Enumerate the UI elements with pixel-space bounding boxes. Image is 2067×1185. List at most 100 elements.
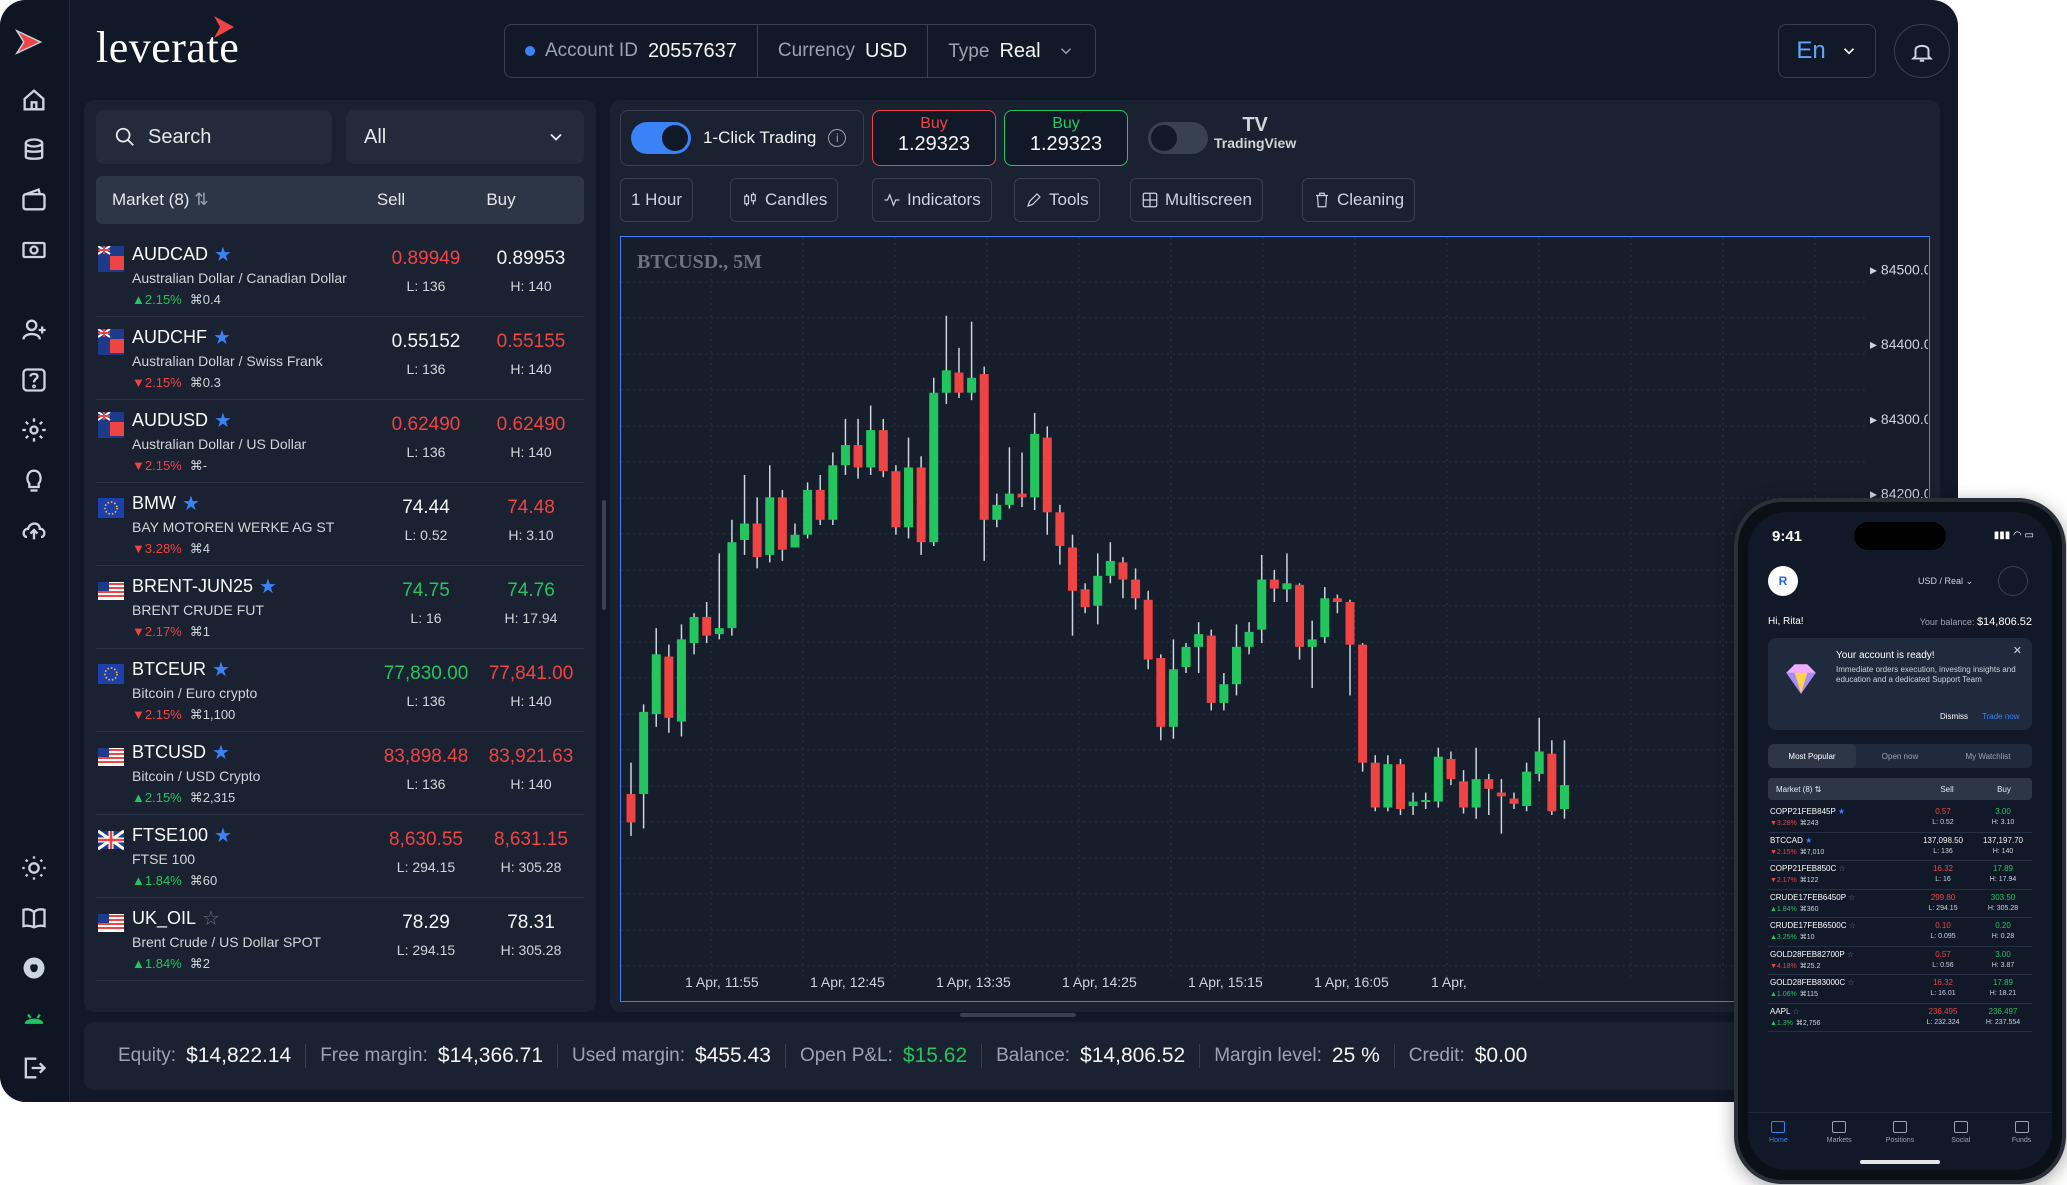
- candle[interactable]: [1219, 673, 1229, 711]
- settings-icon[interactable]: [14, 410, 54, 450]
- favorite-star-icon[interactable]: ★: [1805, 836, 1812, 845]
- favorite-star-icon[interactable]: ★: [259, 577, 277, 597]
- sell-quick-button[interactable]: Buy 1.29323: [872, 110, 996, 166]
- candle[interactable]: [1231, 624, 1241, 696]
- tab-my-watchlist[interactable]: My Watchlist: [1944, 744, 2032, 768]
- market-row[interactable]: AUDUSD ★ Australian Dollar / US Dollar ▼2.1…: [96, 400, 584, 483]
- candle[interactable]: [891, 465, 901, 535]
- mobile-sell-price[interactable]: 16.32: [1914, 864, 1972, 873]
- upload-icon[interactable]: [14, 510, 54, 550]
- candle[interactable]: [752, 497, 762, 569]
- wallet-icon[interactable]: [14, 180, 54, 220]
- candle[interactable]: [1168, 639, 1178, 739]
- buy-price[interactable]: 74.48: [478, 497, 584, 519]
- candle[interactable]: [866, 405, 876, 475]
- mobile-market-row[interactable]: CRUDE17FEB6450P ☆ ▲1.84% ⌘360 299.80 303.50 L…: [1768, 890, 2032, 918]
- sell-price[interactable]: 78.29: [376, 912, 476, 934]
- candle[interactable]: [1030, 412, 1040, 511]
- candle[interactable]: [828, 452, 838, 526]
- buy-price[interactable]: 8,631.15: [478, 829, 584, 851]
- database-icon[interactable]: [14, 130, 54, 170]
- favorite-star-icon[interactable]: ☆: [202, 909, 220, 929]
- close-icon[interactable]: ✕: [2013, 644, 2022, 657]
- trade-now-link[interactable]: Trade now: [1982, 712, 2020, 721]
- candle[interactable]: [689, 613, 699, 655]
- tools-button[interactable]: Tools: [1014, 178, 1100, 222]
- language-selector[interactable]: En: [1778, 24, 1876, 78]
- candle[interactable]: [992, 493, 1002, 528]
- candle[interactable]: [727, 519, 737, 636]
- candle[interactable]: [676, 624, 686, 737]
- candle[interactable]: [1206, 629, 1216, 711]
- candle[interactable]: [904, 437, 914, 539]
- mobile-sell-price[interactable]: 236.495: [1914, 1007, 1972, 1016]
- candle[interactable]: [1042, 426, 1052, 535]
- indicators-button[interactable]: Indicators: [872, 178, 992, 222]
- mobile-market-row[interactable]: COPP21FEB845P ★ ▼3.28% ⌘243 0.57 3.00 L: 0.52…: [1768, 804, 2032, 833]
- candle[interactable]: [941, 315, 951, 404]
- candle[interactable]: [1131, 568, 1141, 610]
- mobile-sell-price[interactable]: 0.57: [1914, 807, 1972, 816]
- favorite-star-icon[interactable]: ☆: [1792, 1007, 1799, 1016]
- dismiss-button[interactable]: Dismiss: [1940, 712, 1968, 721]
- candle[interactable]: [803, 482, 813, 539]
- panel-resize-handle[interactable]: [960, 1013, 1076, 1017]
- candle[interactable]: [777, 489, 787, 561]
- mobile-market-row[interactable]: GOLD28FEB82700P ☆ ▼4.18% ⌘25.2 0.57 3.00 L: 0…: [1768, 947, 2032, 975]
- candle[interactable]: [853, 418, 863, 479]
- sell-price[interactable]: 0.89949: [376, 248, 476, 270]
- multiscreen-button[interactable]: Multiscreen: [1130, 178, 1263, 222]
- sell-price[interactable]: 8,630.55: [376, 829, 476, 851]
- mobile-buy-price[interactable]: 236.497: [1974, 1007, 2032, 1016]
- favorite-star-icon[interactable]: ☆: [1847, 978, 1854, 987]
- mobile-buy-price[interactable]: 303.50: [1974, 893, 2032, 902]
- candle[interactable]: [1446, 751, 1456, 786]
- info-icon[interactable]: i: [828, 129, 847, 147]
- market-row[interactable]: BTCEUR ★ Bitcoin / Euro crypto ▼2.15% ⌘1,100…: [96, 649, 584, 732]
- mobile-sell-price[interactable]: 0.10: [1914, 921, 1972, 930]
- candle[interactable]: [1433, 747, 1443, 808]
- market-row[interactable]: AUDCHF ★ Australian Dollar / Swiss Frank ▼2…: [96, 317, 584, 400]
- mobile-account-selector[interactable]: USD / Real ⌄: [1918, 576, 1973, 587]
- avatar[interactable]: R: [1768, 566, 1798, 596]
- candle[interactable]: [1181, 643, 1191, 673]
- sell-price[interactable]: 74.44: [376, 497, 476, 519]
- candle[interactable]: [1471, 747, 1481, 819]
- candle[interactable]: [1421, 792, 1431, 810]
- favorite-star-icon[interactable]: ☆: [1849, 921, 1856, 930]
- mobile-market-row[interactable]: AAPL ☆ ▲1.3% ⌘2,756 236.495 236.497 L: 232.32…: [1768, 1004, 2032, 1032]
- candle[interactable]: [765, 465, 775, 563]
- candle[interactable]: [916, 456, 926, 555]
- toggle-switch[interactable]: [1148, 122, 1208, 154]
- candle[interactable]: [1345, 599, 1355, 696]
- favorite-star-icon[interactable]: ★: [213, 328, 231, 348]
- market-row[interactable]: BRENT-JUN25 ★ BRENT CRUDE FUT ▼2.17% ⌘1 74.75…: [96, 566, 584, 649]
- favorite-star-icon[interactable]: ★: [214, 245, 232, 265]
- mobile-buy-price[interactable]: 17.89: [1974, 978, 2032, 987]
- candle[interactable]: [1067, 534, 1077, 636]
- candle[interactable]: [1459, 770, 1469, 814]
- buy-price[interactable]: 0.89953: [478, 248, 584, 270]
- book-icon[interactable]: [14, 898, 54, 938]
- candle[interactable]: [1307, 620, 1317, 688]
- buy-price[interactable]: 0.55155: [478, 331, 584, 353]
- favorite-star-icon[interactable]: ★: [214, 411, 232, 431]
- candle[interactable]: [1004, 447, 1014, 509]
- candle[interactable]: [740, 474, 750, 555]
- buy-price[interactable]: 78.31: [478, 912, 584, 934]
- favorite-star-icon[interactable]: ★: [1838, 807, 1845, 816]
- favorite-star-icon[interactable]: ☆: [1848, 893, 1855, 902]
- mobile-market-col[interactable]: Market (8) ⇅: [1768, 785, 1918, 794]
- account-info-bar[interactable]: Account ID 20557637 Currency USD Type Rea…: [504, 24, 1096, 78]
- help-icon[interactable]: [14, 360, 54, 400]
- category-filter-select[interactable]: All: [346, 110, 584, 164]
- apple-icon[interactable]: [14, 948, 54, 988]
- candle[interactable]: [664, 644, 674, 733]
- candle[interactable]: [1358, 643, 1368, 772]
- candle[interactable]: [1320, 587, 1330, 644]
- candle[interactable]: [639, 704, 649, 829]
- buy-price[interactable]: 74.76: [478, 580, 584, 602]
- mobile-bell-icon[interactable]: [1998, 566, 2028, 596]
- candle[interactable]: [929, 377, 939, 546]
- sell-price[interactable]: 74.75: [376, 580, 476, 602]
